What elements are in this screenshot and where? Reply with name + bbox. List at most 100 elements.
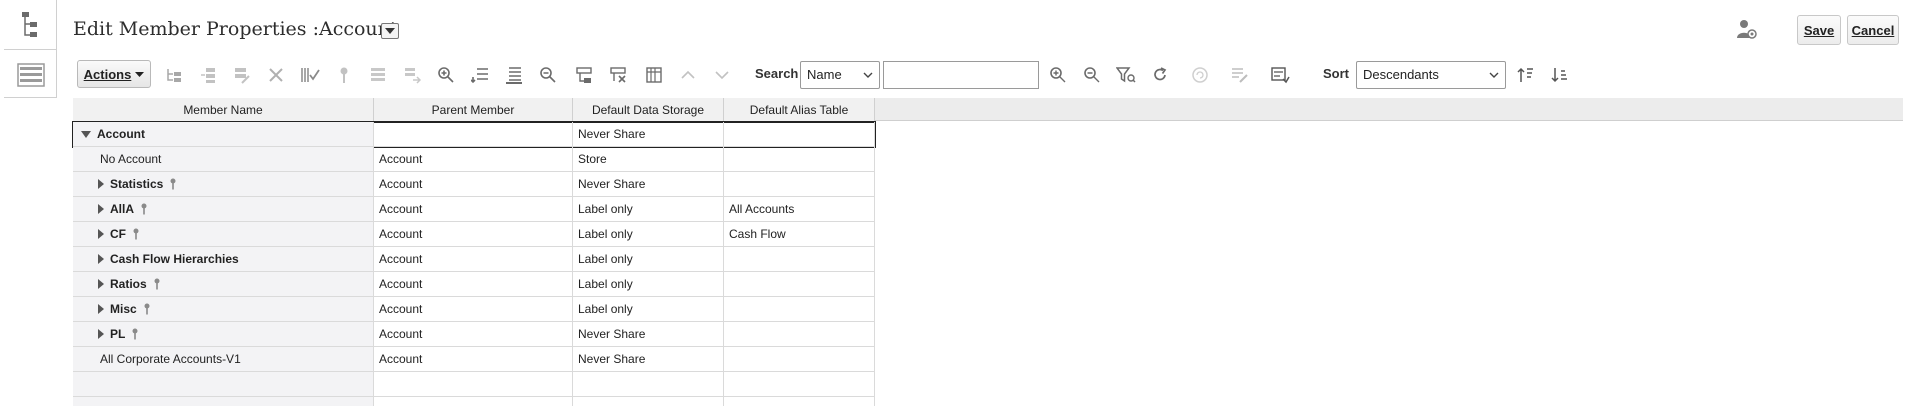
parent-member-cell[interactable]: Account xyxy=(374,297,573,322)
table-row[interactable]: Ratios Account Label only xyxy=(73,272,875,297)
alias-cell[interactable]: All Accounts xyxy=(724,197,875,222)
filter-icon[interactable] xyxy=(1115,64,1137,86)
remove-member-icon[interactable] xyxy=(607,64,629,86)
search-next-icon[interactable] xyxy=(1047,64,1069,86)
data-storage-cell[interactable]: Never Share xyxy=(573,322,724,347)
parent-member-cell[interactable]: Account xyxy=(374,172,573,197)
alias-cell[interactable] xyxy=(724,272,875,297)
expand-icon[interactable] xyxy=(98,304,104,314)
data-storage-cell[interactable]: Label only xyxy=(573,197,724,222)
table-row[interactable]: Cash Flow Hierarchies Account Label only xyxy=(73,247,875,272)
member-name-cell[interactable]: Cash Flow Hierarchies xyxy=(73,247,374,272)
parent-member-cell[interactable]: Account xyxy=(374,247,573,272)
alias-cell[interactable] xyxy=(724,247,875,272)
alias-cell[interactable] xyxy=(724,172,875,197)
parent-member-cell[interactable] xyxy=(374,372,573,397)
columns-icon[interactable] xyxy=(643,64,665,86)
user-settings-button[interactable] xyxy=(1736,18,1758,40)
table-row[interactable]: CF Account Label only Cash Flow xyxy=(73,222,875,247)
table-row[interactable]: Account Never Share xyxy=(72,121,876,148)
parent-member-cell[interactable] xyxy=(374,397,573,406)
expand-icon[interactable] xyxy=(98,329,104,339)
expand-icon[interactable] xyxy=(98,229,104,239)
edit-properties-icon[interactable] xyxy=(1229,64,1251,86)
cancel-button[interactable]: Cancel xyxy=(1847,15,1899,45)
parent-member-cell[interactable]: Account xyxy=(374,197,573,222)
parent-member-cell[interactable] xyxy=(374,122,573,147)
alias-cell[interactable] xyxy=(724,147,875,172)
data-storage-cell[interactable]: Label only xyxy=(573,247,724,272)
validate-icon[interactable] xyxy=(299,64,321,86)
table-row[interactable]: Statistics Account Never Share xyxy=(73,172,875,197)
sort-ascending-icon[interactable] xyxy=(1514,64,1536,86)
data-storage-cell[interactable]: Never Share xyxy=(573,122,724,147)
key-icon[interactable] xyxy=(333,64,355,86)
expand-icon[interactable] xyxy=(98,254,104,264)
member-name-cell[interactable]: PL xyxy=(73,322,374,347)
alias-cell[interactable] xyxy=(724,372,875,397)
save-button[interactable]: Save xyxy=(1797,15,1841,45)
data-storage-cell[interactable] xyxy=(573,372,724,397)
data-storage-cell[interactable]: Label only xyxy=(573,297,724,322)
member-name-cell[interactable]: Account xyxy=(73,122,374,147)
refresh-icon[interactable] xyxy=(1149,64,1171,86)
sort-descending-icon[interactable] xyxy=(1548,64,1570,86)
zoom-in-icon[interactable] xyxy=(435,64,457,86)
expand-level-icon[interactable] xyxy=(469,64,491,86)
alias-cell[interactable]: Cash Flow xyxy=(724,222,875,247)
sort-select[interactable]: Descendants xyxy=(1356,61,1506,89)
copy-member-icon[interactable] xyxy=(367,64,389,86)
data-storage-cell[interactable]: Never Share xyxy=(573,347,724,372)
table-row[interactable] xyxy=(73,372,875,397)
member-name-cell[interactable] xyxy=(73,397,374,406)
search-input[interactable] xyxy=(883,61,1039,89)
column-header-alias-table[interactable]: Default Alias Table xyxy=(724,98,875,121)
expand-icon[interactable] xyxy=(98,279,104,289)
move-down-icon[interactable] xyxy=(711,64,733,86)
member-name-cell[interactable]: All Corporate Accounts-V1 xyxy=(73,347,374,372)
search-field-select[interactable]: Name xyxy=(800,61,880,89)
parent-member-cell[interactable]: Account xyxy=(374,222,573,247)
member-name-cell[interactable]: Ratios xyxy=(73,272,374,297)
expand-icon[interactable] xyxy=(98,179,104,189)
member-name-cell[interactable]: AllA xyxy=(73,197,374,222)
collapse-icon[interactable] xyxy=(81,130,91,138)
add-child-icon[interactable] xyxy=(163,64,185,86)
zoom-out-icon[interactable] xyxy=(537,64,559,86)
search-previous-icon[interactable] xyxy=(1081,64,1103,86)
column-header-member-name[interactable]: Member Name xyxy=(73,98,374,121)
expand-all-icon[interactable] xyxy=(503,64,525,86)
parent-member-cell[interactable]: Account xyxy=(374,147,573,172)
column-header-data-storage[interactable]: Default Data Storage xyxy=(573,98,724,121)
alias-cell[interactable] xyxy=(724,347,875,372)
table-row[interactable]: No Account Account Store xyxy=(73,147,875,172)
title-menu-button[interactable] xyxy=(381,23,399,39)
table-row[interactable]: All Corporate Accounts-V1 Account Never Sh… xyxy=(73,347,875,372)
column-header-parent-member[interactable]: Parent Member xyxy=(374,98,573,121)
member-name-cell[interactable]: Misc xyxy=(73,297,374,322)
list-view-button[interactable] xyxy=(4,50,57,100)
table-row[interactable]: AllA Account Label only All Accounts xyxy=(73,197,875,222)
data-storage-cell[interactable]: Store xyxy=(573,147,724,172)
alias-cell[interactable] xyxy=(724,397,875,406)
data-storage-cell[interactable] xyxy=(573,397,724,406)
member-name-cell[interactable]: Statistics xyxy=(73,172,374,197)
table-row[interactable]: Misc Account Label only xyxy=(73,297,875,322)
actions-menu-button[interactable]: Actions xyxy=(77,60,151,88)
parent-member-cell[interactable]: Account xyxy=(374,347,573,372)
delete-icon[interactable] xyxy=(265,64,287,86)
hierarchy-view-button[interactable] xyxy=(4,0,57,50)
member-name-cell[interactable] xyxy=(73,372,374,397)
data-storage-cell[interactable]: Never Share xyxy=(573,172,724,197)
add-sibling-icon[interactable] xyxy=(197,64,219,86)
parent-member-cell[interactable]: Account xyxy=(374,272,573,297)
expand-icon[interactable] xyxy=(98,204,104,214)
edit-member-icon[interactable] xyxy=(231,64,253,86)
move-member-icon[interactable] xyxy=(401,64,423,86)
alias-cell[interactable] xyxy=(724,122,875,147)
alias-cell[interactable] xyxy=(724,322,875,347)
alias-cell[interactable] xyxy=(724,297,875,322)
member-name-cell[interactable]: No Account xyxy=(73,147,374,172)
table-row[interactable] xyxy=(73,397,875,406)
data-storage-cell[interactable]: Label only xyxy=(573,272,724,297)
